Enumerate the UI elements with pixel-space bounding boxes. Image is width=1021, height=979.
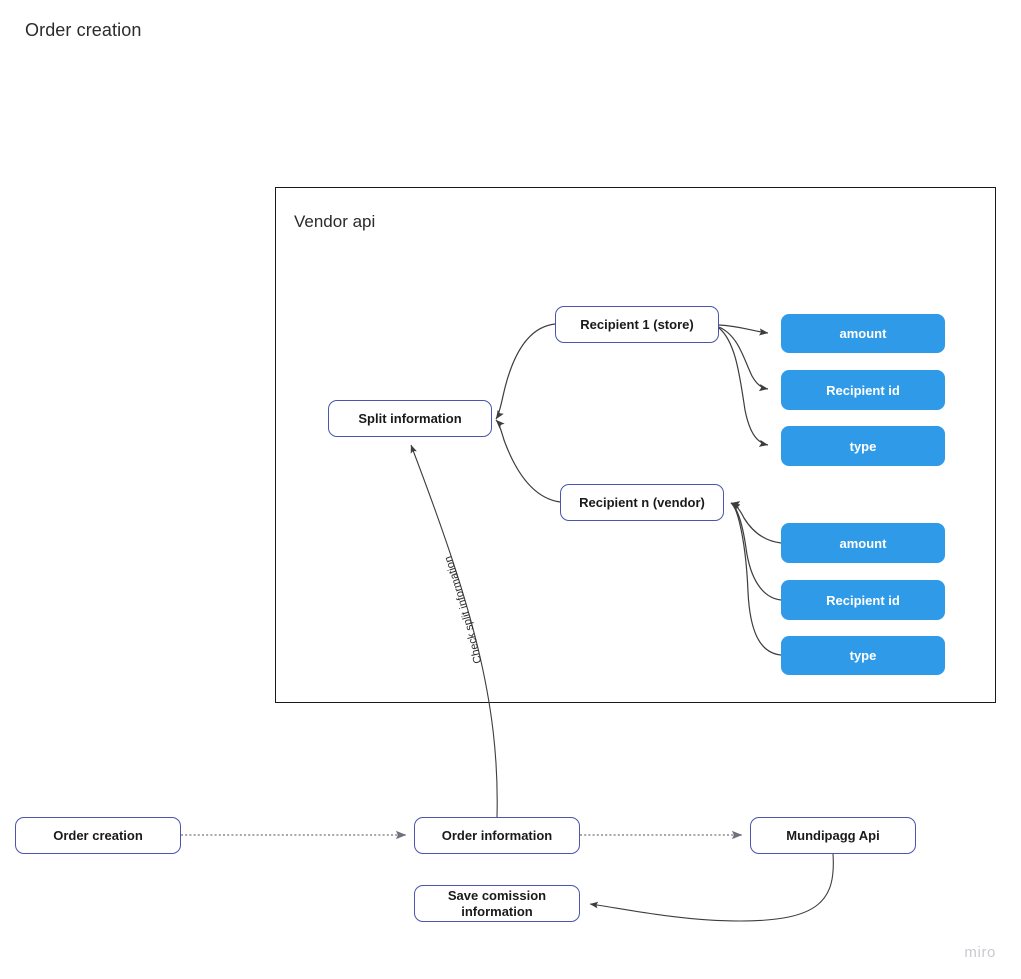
chip-recipientn-recipient-id[interactable]: Recipient id xyxy=(781,580,945,620)
board-title: Order creation xyxy=(25,20,142,40)
node-mundipagg-api[interactable]: Mundipagg Api xyxy=(750,817,916,854)
save-comission-line-1: Save comission xyxy=(447,887,547,903)
miro-watermark: miro xyxy=(964,944,996,961)
diagram-canvas: Order creation Vendor api Check split in… xyxy=(0,0,1021,979)
node-recipient-1[interactable]: Recipient 1 (store) xyxy=(555,306,719,343)
node-order-creation[interactable]: Order creation xyxy=(15,817,181,854)
vendor-api-frame-title: Vendor api xyxy=(294,212,376,231)
node-order-information[interactable]: Order information xyxy=(414,817,580,854)
chip-recipient1-amount[interactable]: amount xyxy=(781,314,945,353)
chip-recipientn-type[interactable]: type xyxy=(781,636,945,675)
node-save-comission-information[interactable]: Save comission information xyxy=(414,885,580,922)
chip-recipientn-amount[interactable]: amount xyxy=(781,523,945,563)
save-comission-line-2: information xyxy=(461,903,533,919)
chip-recipient1-recipient-id[interactable]: Recipient id xyxy=(781,370,945,410)
chip-recipient1-type[interactable]: type xyxy=(781,426,945,466)
node-split-information[interactable]: Split information xyxy=(328,400,492,437)
node-recipient-n[interactable]: Recipient n (vendor) xyxy=(560,484,724,521)
edge-mundipagg-to-save-commission xyxy=(589,853,834,922)
